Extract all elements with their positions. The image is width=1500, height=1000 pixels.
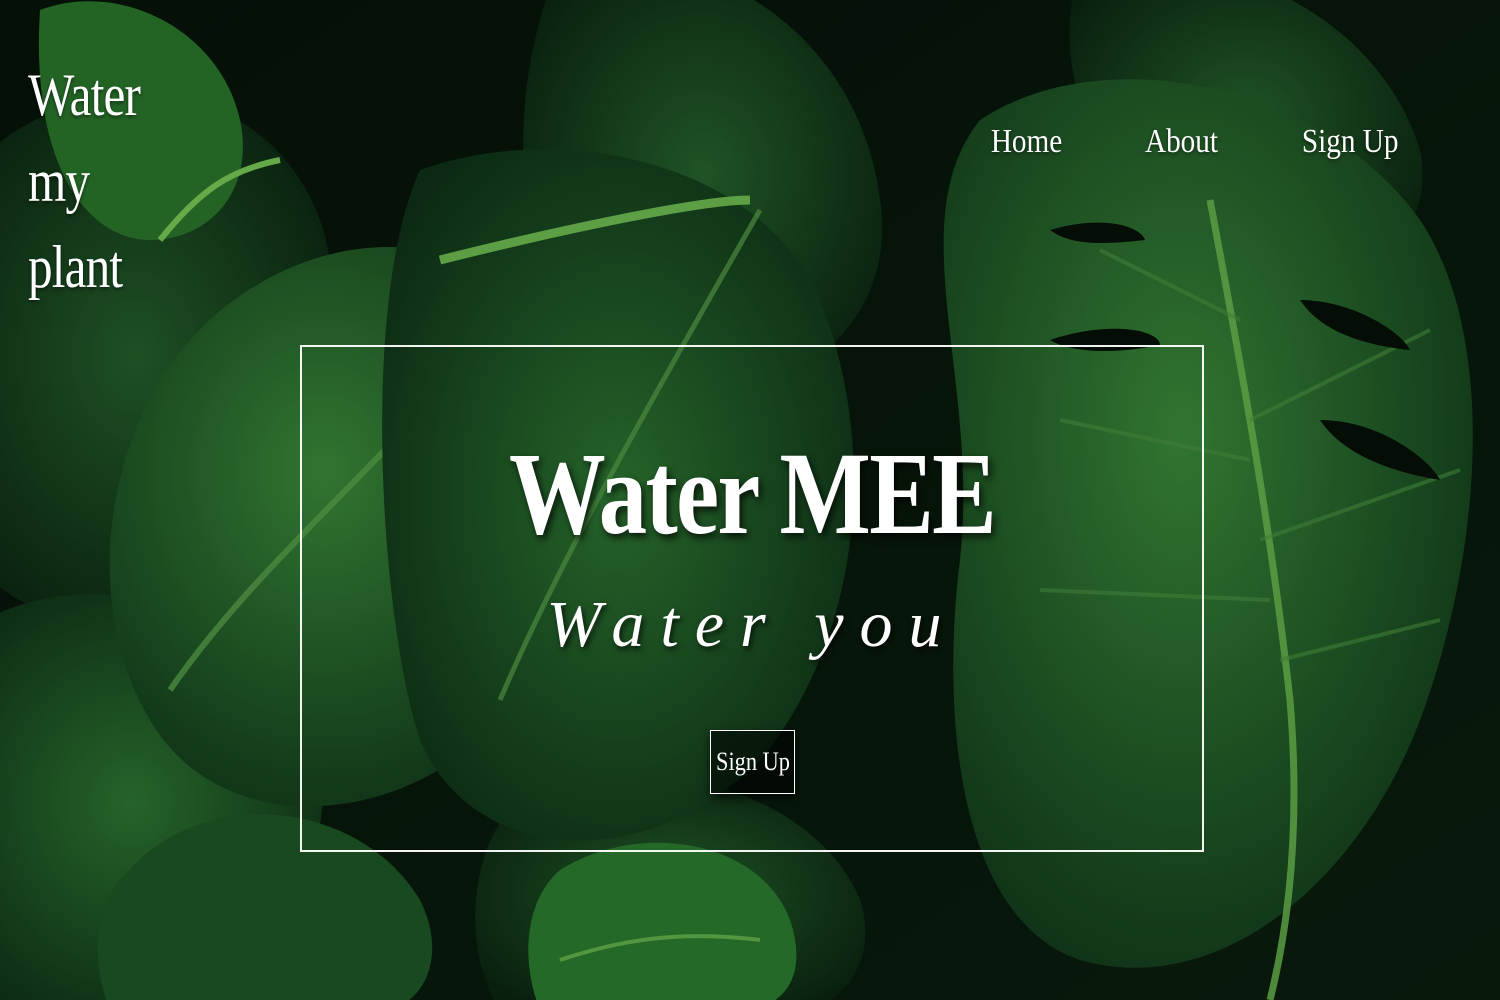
top-nav: Home About Sign Up — [985, 118, 1406, 166]
hero-subtitle: Water you — [546, 588, 958, 661]
sign-up-button-label: Sign Up — [715, 747, 790, 776]
sign-up-button[interactable]: Sign Up — [710, 730, 795, 794]
brand-line-3: plant — [28, 234, 123, 300]
landing-page: Water my plant Home About Sign Up Water … — [0, 0, 1500, 1000]
hero-title: Water MEE — [508, 428, 997, 559]
hero-frame: Water MEE Water you Sign Up — [300, 345, 1204, 852]
nav-link-sign-up[interactable]: Sign Up — [1301, 118, 1398, 166]
brand-logo[interactable]: Water my plant — [28, 52, 167, 310]
brand-line-2: my — [28, 148, 90, 214]
nav-link-home[interactable]: Home — [991, 118, 1062, 166]
brand-line-1: Water — [28, 62, 141, 128]
nav-link-about[interactable]: About — [1145, 118, 1218, 166]
